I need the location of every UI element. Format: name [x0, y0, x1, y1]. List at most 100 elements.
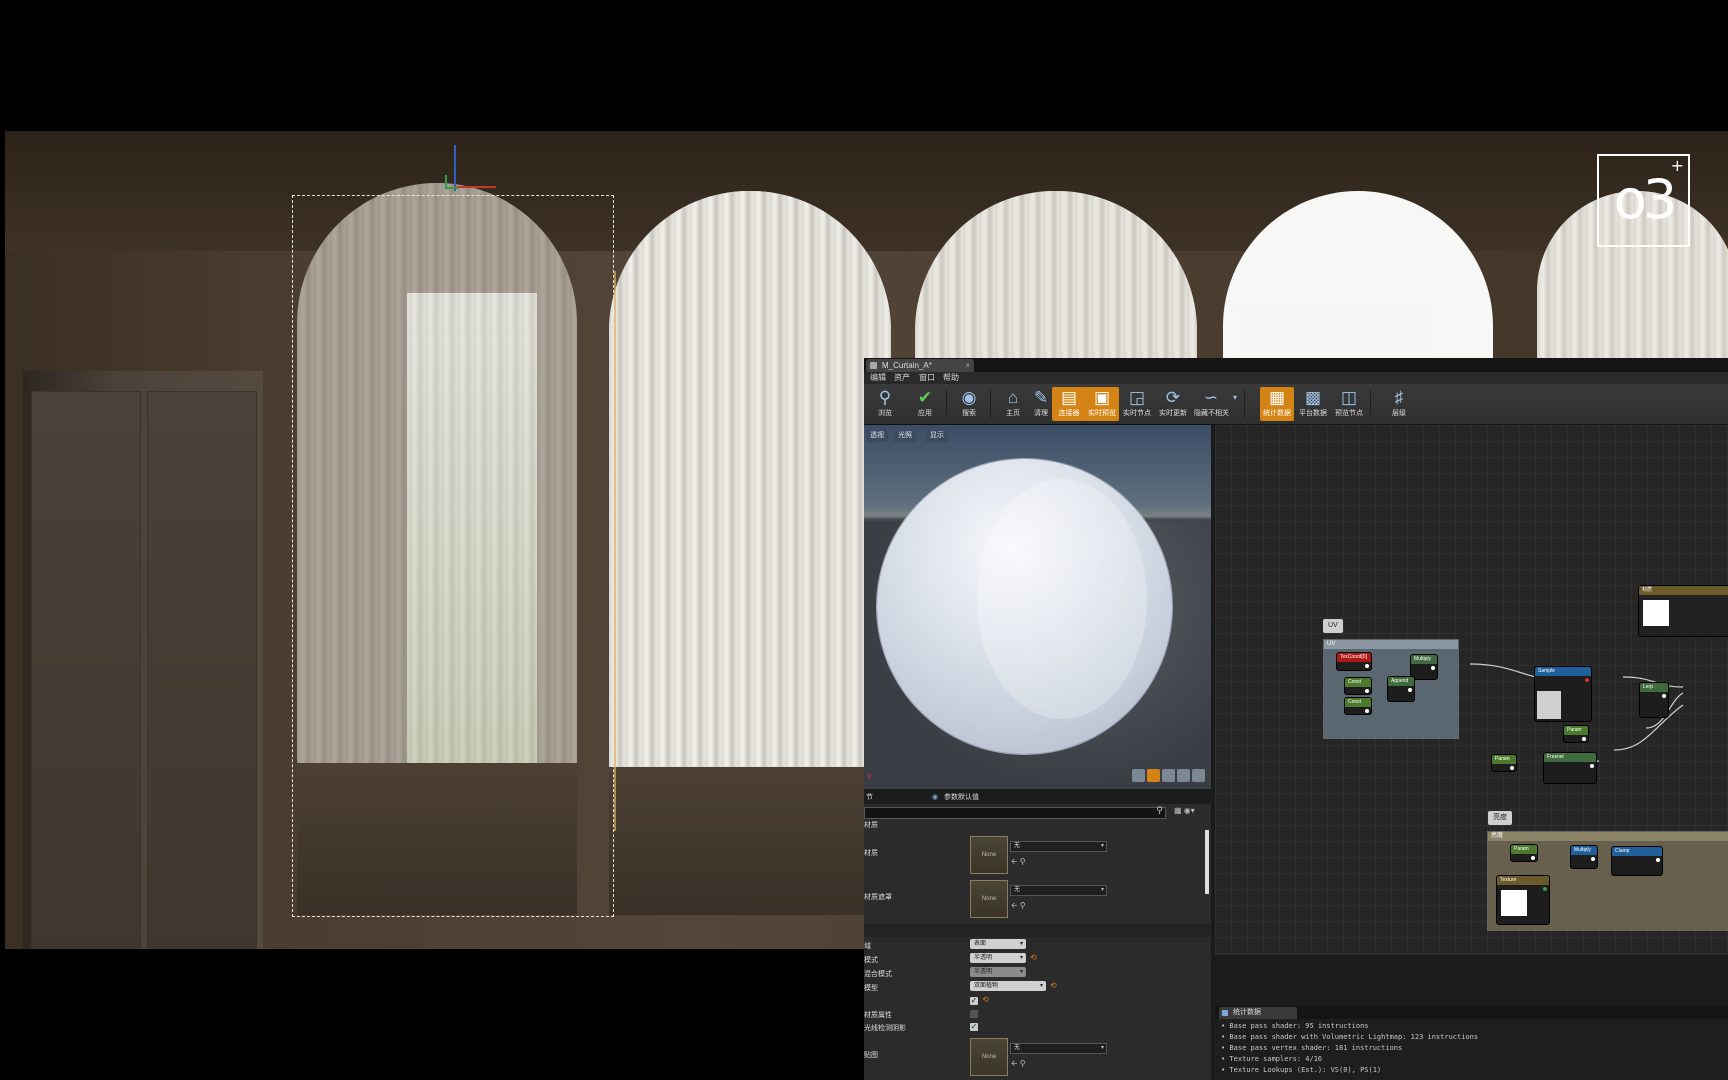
- comment-label-uv[interactable]: UV: [1323, 619, 1343, 633]
- tab-stats[interactable]: 统计数据: [1219, 1007, 1297, 1019]
- node-fresnel[interactable]: Fresnel: [1543, 752, 1597, 784]
- browse-arrow-icon[interactable]: 🡨 ⚲: [1011, 856, 1026, 870]
- node-clamp[interactable]: Clamp: [1611, 846, 1663, 876]
- domain-row: 域表面: [864, 939, 1211, 951]
- arch-window-2: [609, 191, 891, 915]
- stats-line: • Base pass vertex shader: 181 instructi…: [1221, 1044, 1403, 1052]
- node-const[interactable]: Const: [1344, 697, 1372, 715]
- node-multiply[interactable]: Multiply: [1570, 845, 1598, 869]
- texture-preview: [1537, 691, 1561, 719]
- browse-arrow-icon[interactable]: 🡨 ⚲: [1011, 1058, 1026, 1072]
- shading-model-dropdown[interactable]: 双面植物: [970, 981, 1046, 991]
- blend-mode-dropdown[interactable]: 半透明: [970, 953, 1026, 963]
- toolbar-separator: [990, 390, 991, 418]
- menu-window[interactable]: 窗口: [919, 372, 935, 384]
- menu-asset[interactable]: 资产: [894, 372, 910, 384]
- stats-icon: ▦: [1268, 388, 1286, 407]
- plane-icon[interactable]: [1162, 769, 1175, 782]
- browse-button[interactable]: ⚲ 浏览: [868, 387, 902, 421]
- material-graph[interactable]: UV UV TexCoord[0] Multiply Const Const A…: [1215, 425, 1728, 955]
- hierarchy-icon: ♯: [1394, 388, 1404, 407]
- details-view-options[interactable]: ▦ ◉▾: [1174, 806, 1195, 815]
- preview-node-button[interactable]: ◫ 预览节点: [1332, 387, 1366, 421]
- menu-edit[interactable]: 编辑: [870, 372, 886, 384]
- stats-button[interactable]: ▦ 统计数据: [1260, 387, 1294, 421]
- details-panel: 节 ◉ 参数默认值 ⚲ ▦ ◉▾ 材质 材质 None 无 🡨 ⚲ 材质遮罩 N…: [864, 790, 1211, 1080]
- live-nodes-button[interactable]: ◲ 实时节点: [1120, 387, 1154, 421]
- raytraced-shadow-checkbox[interactable]: ✓: [970, 1023, 978, 1031]
- node-texcoord[interactable]: TexCoord[0]: [1336, 652, 1372, 671]
- connector-button[interactable]: ▤ 连接器: [1052, 387, 1086, 421]
- gizmo-y-axis[interactable]: [445, 175, 459, 189]
- live-update-button[interactable]: ⟳ 实时更新: [1156, 387, 1190, 421]
- tab-title: M_Curtain_A*: [882, 361, 932, 370]
- node-texture-sample[interactable]: Sample: [1534, 666, 1592, 722]
- material-attributes-checkbox[interactable]: [970, 1010, 978, 1018]
- hide-unrelated-button[interactable]: ∽ 隐藏不相关: [1194, 387, 1229, 421]
- hierarchy-button[interactable]: ♯ 层级: [1382, 387, 1416, 421]
- monitor-icon: ▣: [1093, 388, 1111, 407]
- viewport-perspective-button[interactable]: 透视: [866, 430, 888, 442]
- material-preview-viewport[interactable]: 透视 光照 显示 Y: [864, 425, 1211, 789]
- reset-icon[interactable]: ⟲: [1050, 981, 1057, 990]
- reset-icon[interactable]: ⟲: [1030, 953, 1037, 962]
- two-sided-checkbox[interactable]: ✓: [970, 997, 978, 1005]
- tab-param-defaults[interactable]: 参数默认值: [944, 791, 979, 804]
- search-button[interactable]: ◉ 搜索: [952, 387, 986, 421]
- node-const[interactable]: Const: [1344, 677, 1372, 695]
- live-preview-button[interactable]: ▣ 实时预览: [1085, 387, 1119, 421]
- texture-thumbnail[interactable]: None: [970, 836, 1008, 874]
- shading-mode-dropdown[interactable]: 半透明: [970, 967, 1026, 977]
- toolbar-separator: [946, 390, 947, 418]
- sphere-highlight: [977, 479, 1147, 719]
- logo: o3 +: [1597, 154, 1690, 247]
- comment-label-brightness[interactable]: 亮度: [1488, 811, 1512, 825]
- node-material-output[interactable]: 材质: [1638, 585, 1728, 637]
- viewport-show-button[interactable]: 显示: [926, 430, 948, 442]
- chevron-down-icon[interactable]: ▾: [1230, 387, 1240, 421]
- texture-preview: [1643, 600, 1669, 626]
- logo-text: o3: [1613, 168, 1677, 231]
- row-label: 材质遮罩: [864, 894, 892, 901]
- section-material-header[interactable]: 材质: [864, 820, 1211, 830]
- logo-plus: +: [1670, 156, 1684, 175]
- close-icon[interactable]: ×: [965, 359, 970, 372]
- apply-button[interactable]: ✔ 应用: [908, 387, 942, 421]
- reset-icon[interactable]: ⟲: [982, 995, 989, 1004]
- node-param[interactable]: Param: [1563, 725, 1589, 743]
- sphere-icon[interactable]: [1147, 769, 1160, 782]
- cylinder-icon[interactable]: [1132, 769, 1145, 782]
- platform-stats-button[interactable]: ▩ 平台数据: [1296, 387, 1330, 421]
- material-mask-row: 材质遮罩 None 无 🡨 ⚲: [864, 880, 1211, 920]
- texture-thumbnail[interactable]: None: [970, 1038, 1008, 1076]
- asset-combo[interactable]: 无: [1010, 1043, 1107, 1054]
- preview-node-icon: ◫: [1340, 388, 1358, 407]
- asset-combo[interactable]: 无: [1010, 885, 1107, 896]
- tab-material[interactable]: M_Curtain_A* ×: [866, 359, 974, 372]
- document-tab-bar: M_Curtain_A* ×: [864, 358, 1728, 372]
- node-texture-brightness[interactable]: Texture: [1496, 875, 1550, 925]
- browse-arrow-icon[interactable]: 🡨 ⚲: [1011, 900, 1026, 914]
- live-node-icon: ◲: [1128, 388, 1146, 407]
- asset-combo[interactable]: 无: [1010, 841, 1107, 852]
- wardrobe: [23, 371, 263, 949]
- texture-thumbnail[interactable]: None: [970, 880, 1008, 918]
- node-lerp[interactable]: Lerp: [1639, 682, 1669, 718]
- node-param[interactable]: Param: [1510, 844, 1538, 862]
- tab-details[interactable]: 节: [866, 791, 873, 804]
- gizmo-x-axis[interactable]: [454, 186, 496, 188]
- node-param[interactable]: Param: [1491, 754, 1517, 772]
- section-divider: [864, 924, 1211, 937]
- magnifier-icon: ⚲: [878, 388, 892, 407]
- checkmark-icon: ✔: [917, 388, 933, 407]
- domain-dropdown[interactable]: 表面: [970, 939, 1026, 949]
- teapot-icon[interactable]: [1192, 769, 1205, 782]
- platform-icon: ▩: [1304, 388, 1322, 407]
- details-search-input[interactable]: ⚲: [864, 805, 1166, 819]
- viewport-lit-button[interactable]: 光照: [894, 430, 916, 442]
- params-icon: ◉: [932, 794, 939, 801]
- menu-help[interactable]: 帮助: [943, 372, 959, 384]
- toolbar-separator: [1370, 390, 1371, 418]
- cube-icon[interactable]: [1177, 769, 1190, 782]
- node-append[interactable]: Append: [1387, 676, 1415, 702]
